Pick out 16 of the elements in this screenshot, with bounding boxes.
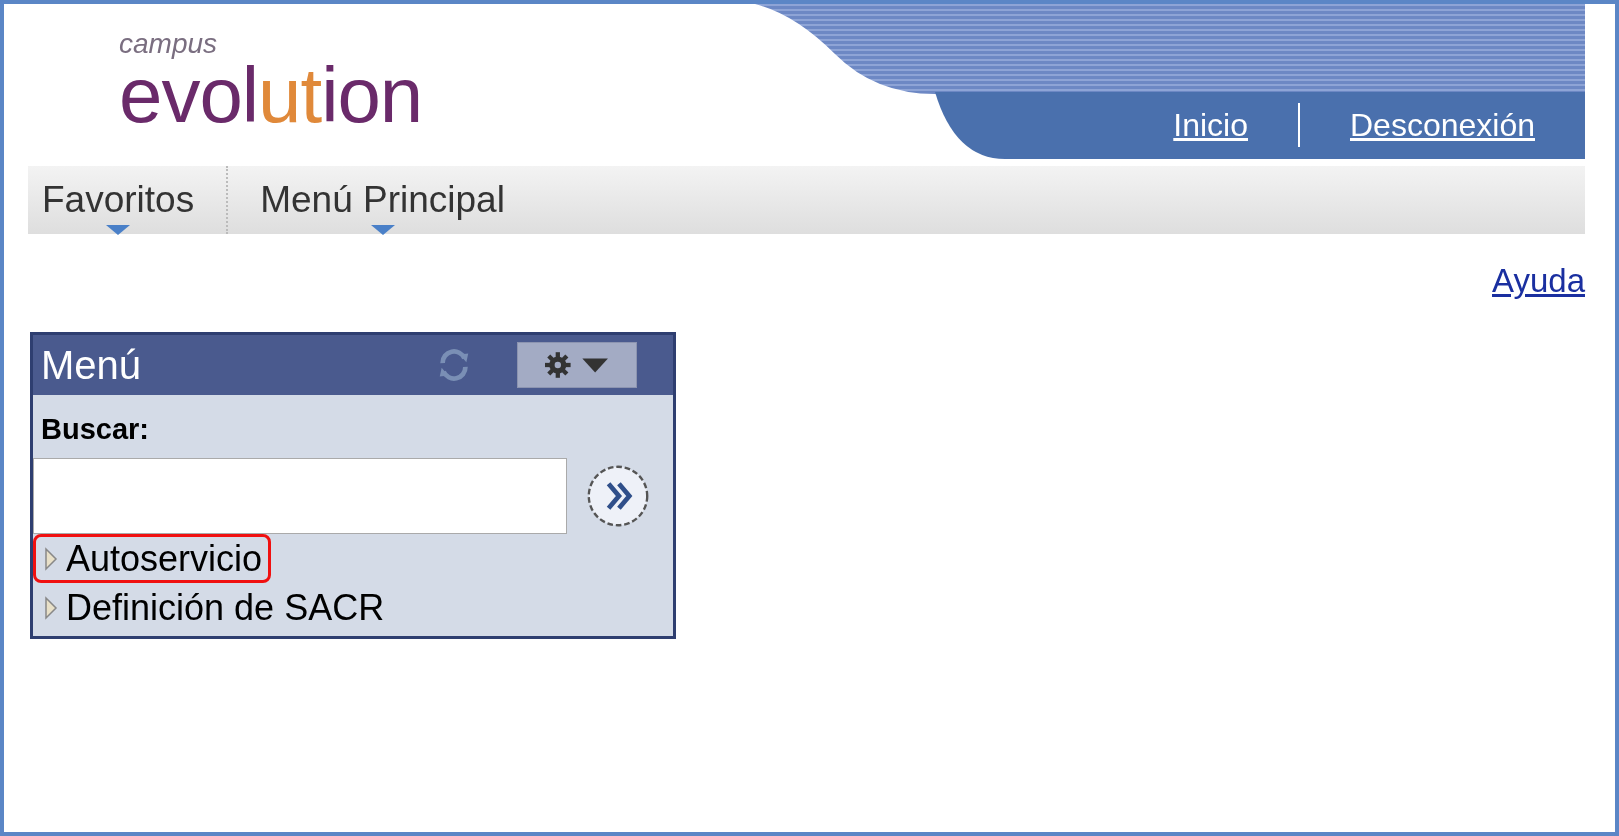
expand-icon (44, 595, 58, 620)
go-icon[interactable] (585, 463, 651, 529)
search-label: Buscar: (40, 413, 150, 446)
header-link[interactable]: Desconexión (1350, 106, 1535, 144)
help-link[interactable]: Ayuda (1492, 262, 1585, 304)
header-link[interactable]: Inicio (1173, 106, 1248, 144)
logo-tagline: campus (119, 30, 219, 58)
nav-menu-item[interactable]: Menú Principal (260, 179, 505, 221)
expand-icon (44, 546, 58, 571)
search-field[interactable] (33, 458, 567, 534)
menu-item[interactable]: Definición de SACR (33, 583, 394, 633)
settings-button[interactable] (517, 342, 637, 388)
highlighted-menu-item[interactable]: Autoservicio (33, 534, 272, 584)
logo-wordmark: evolution (119, 58, 423, 133)
nav-menu-item[interactable]: Favoritos (42, 179, 195, 221)
panel-title: Menú (41, 342, 143, 388)
